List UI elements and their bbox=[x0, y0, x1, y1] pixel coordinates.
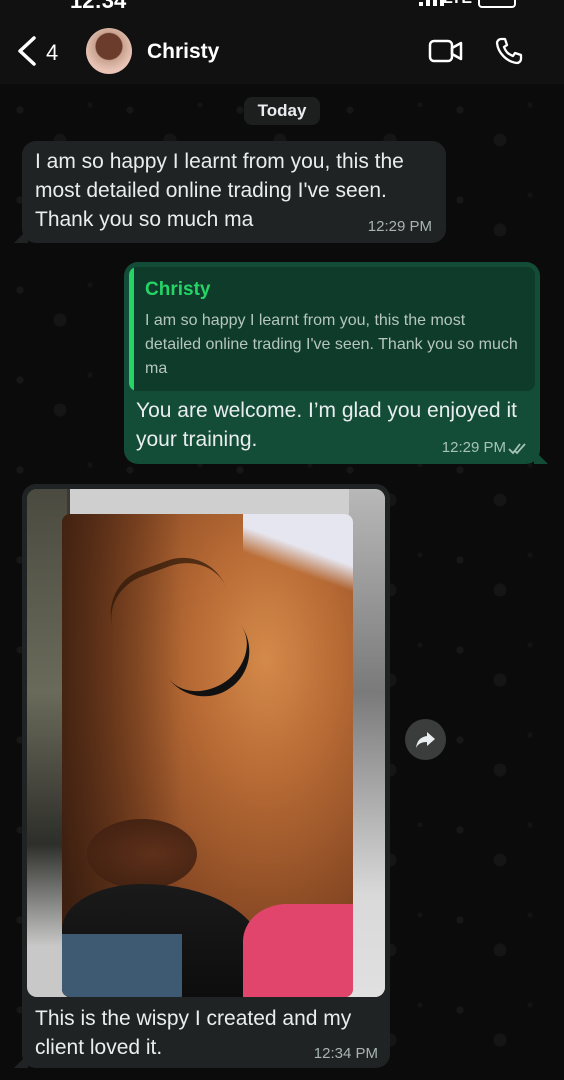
message-time: 12:29 PM bbox=[441, 439, 506, 456]
photo-shirt bbox=[243, 904, 353, 997]
lash-closeup-photo bbox=[62, 514, 353, 997]
back-unread-count[interactable]: 4 bbox=[46, 40, 58, 66]
message-time: 12:29 PM bbox=[367, 218, 432, 235]
photo-collar bbox=[62, 934, 182, 997]
phone-icon[interactable] bbox=[494, 36, 524, 66]
forward-icon bbox=[416, 732, 435, 748]
incoming-message[interactable]: I am so happy I learnt from you, this th… bbox=[14, 141, 446, 243]
chat-header: 4 Christy bbox=[0, 14, 564, 84]
bubble-tail bbox=[14, 1054, 28, 1068]
date-separator: Today bbox=[244, 97, 320, 125]
message-time: 12:34 PM bbox=[313, 1045, 378, 1062]
video-call-icon[interactable] bbox=[428, 38, 464, 64]
contact-name[interactable]: Christy bbox=[147, 40, 219, 64]
quote-text: I am so happy I learnt from you, this th… bbox=[145, 312, 518, 377]
photo-blur-left bbox=[27, 489, 67, 997]
quoted-reply[interactable]: Christy I am so happy I learnt from you,… bbox=[129, 267, 535, 391]
outgoing-message[interactable]: Christy I am so happy I learnt from you,… bbox=[124, 262, 548, 464]
photo-ear bbox=[87, 819, 197, 889]
forward-button[interactable] bbox=[405, 719, 446, 760]
incoming-image-message[interactable]: This is the wispy I created and my clien… bbox=[14, 484, 390, 1068]
network-label: LTE bbox=[443, 0, 472, 8]
photo-blur-right bbox=[349, 489, 385, 997]
bubble-tail bbox=[14, 229, 28, 243]
signal-icon bbox=[419, 0, 444, 6]
bubble-tail bbox=[534, 450, 548, 464]
photo-highlight bbox=[243, 514, 353, 604]
contact-avatar[interactable] bbox=[86, 28, 132, 74]
quote-author: Christy bbox=[145, 279, 211, 300]
double-check-icon bbox=[508, 443, 526, 455]
chevron-left-icon[interactable] bbox=[14, 34, 44, 68]
message-photo[interactable] bbox=[27, 489, 385, 997]
status-bar: 12:34 LTE bbox=[0, 0, 564, 14]
battery-icon bbox=[478, 0, 516, 8]
quote-bar bbox=[129, 267, 134, 391]
status-time: 12:34 bbox=[70, 0, 127, 13]
